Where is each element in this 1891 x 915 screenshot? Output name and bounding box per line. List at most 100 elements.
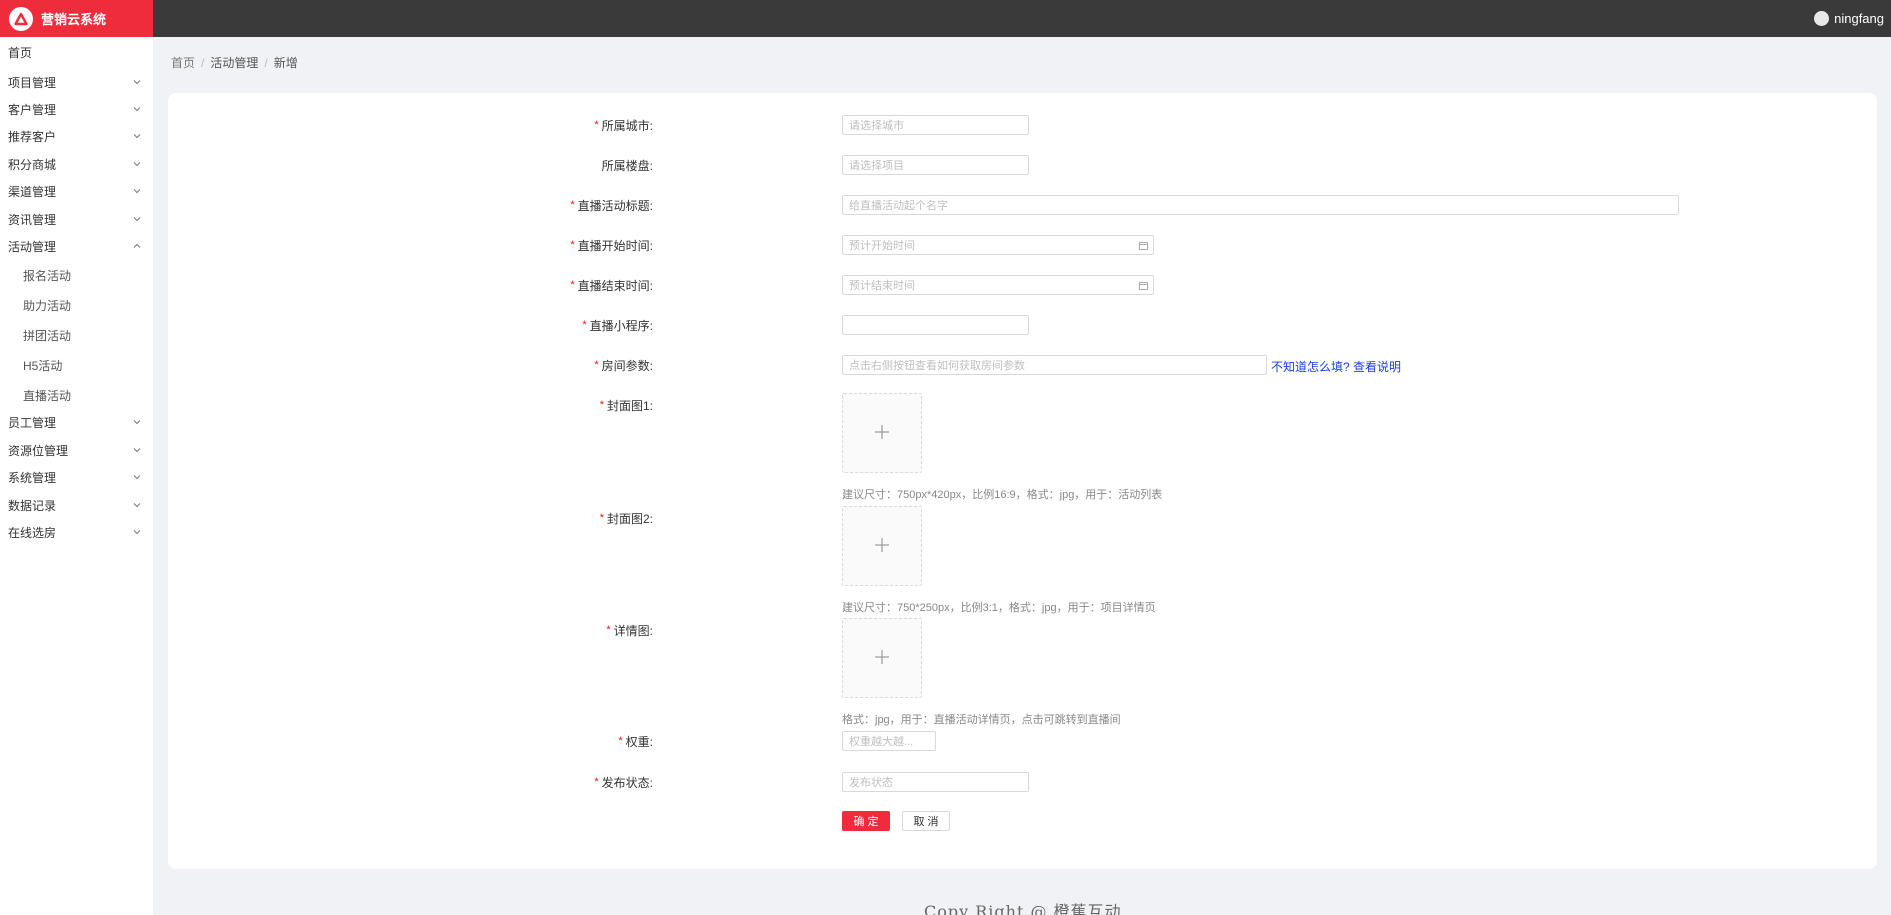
sidebar-item-label: 资讯管理 (8, 212, 57, 227)
sidebar-subitem-signup-activity[interactable]: 报名活动 (0, 263, 153, 287)
sidebar: 首页 项目管理 客户管理 推荐客户 积分商城 渠道管理 资讯管理 活动管理 报名… (0, 37, 153, 915)
sidebar-item-system[interactable]: 系统管理 (0, 465, 153, 489)
room-params-label: * 房间参数: (594, 355, 653, 375)
required-mark: * (570, 279, 575, 291)
chevron-down-icon (133, 124, 141, 148)
sidebar-item-projects[interactable]: 项目管理 (0, 70, 153, 94)
cover1-hint: 建议尺寸：750px*420px，比例16:9，格式：jpg，用于：活动列表 (842, 489, 1163, 501)
required-mark: * (599, 512, 604, 524)
sidebar-item-channels[interactable]: 渠道管理 (0, 179, 153, 203)
sidebar-item-referrals[interactable]: 推荐客户 (0, 124, 153, 148)
required-mark: * (570, 239, 575, 251)
sidebar-item-label: 在线选房 (8, 525, 57, 540)
weight-label-text: 权重: (625, 734, 653, 749)
cancel-button[interactable]: 取 消 (902, 811, 950, 831)
sidebar-subitem-h5-activity[interactable]: H5活动 (0, 353, 153, 377)
sidebar-item-label: 客户管理 (8, 102, 57, 117)
mini-program-label: * 直播小程序: (582, 315, 653, 335)
required-mark: * (594, 359, 599, 371)
sidebar-item-label: 系统管理 (8, 470, 57, 485)
sidebar-item-resource-slots[interactable]: 资源位管理 (0, 438, 153, 462)
sidebar-item-label: 数据记录 (8, 498, 57, 513)
confirm-button[interactable]: 确 定 (842, 811, 890, 831)
sidebar-item-label: 推荐客户 (8, 129, 57, 144)
breadcrumb: 首页 / 活动管理 / 新增 (171, 54, 298, 71)
cover2-upload[interactable] (842, 506, 922, 586)
sidebar-item-home[interactable]: 首页 (0, 40, 153, 64)
chevron-down-icon (133, 465, 141, 489)
required-mark: * (570, 199, 575, 211)
triangle-logo-icon (9, 6, 33, 31)
mini-program-select[interactable] (842, 315, 1029, 335)
detail-label: * 详情图: (606, 620, 653, 640)
status-label: * 发布状态: (594, 772, 653, 792)
room-params-input[interactable]: 点击右侧按钮查看如何获取房间参数 (842, 355, 1267, 375)
end-time-label-text: 直播结束时间: (577, 278, 653, 293)
room-params-label-text: 房间参数: (601, 358, 653, 373)
city-label-text: 所属城市: (601, 118, 653, 133)
detail-hint: 格式：jpg，用于：直播活动详情页，点击可跳转到直播间 (842, 714, 1121, 726)
building-placeholder: 请选择项目 (849, 160, 904, 172)
required-mark: * (594, 119, 599, 131)
sidebar-item-data-records[interactable]: 数据记录 (0, 493, 153, 517)
start-time-picker[interactable]: 预计开始时间 (842, 235, 1154, 255)
breadcrumb-home[interactable]: 首页 (171, 54, 195, 71)
sidebar-item-staff[interactable]: 员工管理 (0, 410, 153, 434)
building-select[interactable]: 请选择项目 (842, 155, 1029, 175)
room-params-placeholder: 点击右侧按钮查看如何获取房间参数 (849, 360, 1025, 372)
cover1-label-text: 封面图1: (606, 398, 653, 413)
plus-icon (874, 424, 890, 443)
chevron-down-icon (133, 179, 141, 203)
status-select[interactable]: 发布状态 (842, 772, 1029, 792)
form-card: * 所属城市: 请选择城市 所属楼盘: 请选择项目 * 直播活动标题: 给直播活动起… (168, 93, 1877, 869)
footer-copyright: Copy Right @ 橙蕉互动 (924, 902, 1122, 915)
start-time-label: * 直播开始时间: (570, 235, 653, 255)
end-time-picker[interactable]: 预计结束时间 (842, 275, 1154, 295)
sidebar-item-online-room-selection[interactable]: 在线选房 (0, 520, 153, 544)
end-time-placeholder: 预计结束时间 (849, 280, 915, 292)
sidebar-subitem-live-activity[interactable]: 直播活动 (0, 383, 153, 407)
cover1-upload[interactable] (842, 393, 922, 473)
cover1-label: * 封面图1: (600, 395, 653, 415)
status-label-text: 发布状态: (601, 775, 653, 790)
sidebar-item-customers[interactable]: 客户管理 (0, 97, 153, 121)
required-mark: * (582, 319, 587, 331)
breadcrumb-section[interactable]: 活动管理 (210, 54, 258, 71)
sidebar-subitem-label: 拼团活动 (23, 328, 72, 343)
sidebar-subitem-label: 报名活动 (23, 268, 72, 283)
sidebar-item-points-mall[interactable]: 积分商城 (0, 152, 153, 176)
cover2-label: * 封面图2: (600, 508, 653, 528)
sidebar-item-label: 渠道管理 (8, 184, 57, 199)
detail-upload[interactable] (842, 618, 922, 698)
city-label: * 所属城市: (594, 115, 653, 135)
room-params-help-link[interactable]: 不知道怎么填? 查看说明 (1271, 358, 1401, 375)
city-placeholder: 请选择城市 (849, 120, 904, 132)
weight-input[interactable]: 权重越大越... (842, 731, 936, 751)
calendar-icon (1139, 236, 1148, 254)
sidebar-subitem-label: 直播活动 (23, 388, 72, 403)
mini-program-label-text: 直播小程序: (589, 318, 653, 333)
start-time-label-text: 直播开始时间: (577, 238, 653, 253)
chevron-up-icon (133, 234, 141, 258)
top-bar: 营销云系统 ningfang (0, 0, 1891, 37)
sidebar-subitem-label: H5活动 (23, 358, 63, 373)
chevron-down-icon (133, 70, 141, 94)
app-logo[interactable]: 营销云系统 (0, 0, 153, 37)
chevron-down-icon (133, 410, 141, 434)
plus-icon (874, 649, 890, 668)
required-mark: * (599, 399, 604, 411)
sidebar-subitem-group-buy-activity[interactable]: 拼团活动 (0, 323, 153, 347)
title-input[interactable]: 给直播活动起个名字 (842, 195, 1679, 215)
cover2-hint: 建议尺寸：750*250px，比例3:1，格式：jpg，用于：项目详情页 (842, 602, 1156, 614)
calendar-icon (1139, 276, 1148, 294)
required-mark: * (618, 735, 623, 747)
sidebar-subitem-boost-activity[interactable]: 助力活动 (0, 293, 153, 317)
sidebar-item-news[interactable]: 资讯管理 (0, 207, 153, 231)
user-menu[interactable]: ningfang (1814, 0, 1884, 37)
required-mark: * (594, 776, 599, 788)
breadcrumb-separator: / (201, 55, 205, 70)
title-placeholder: 给直播活动起个名字 (849, 200, 948, 212)
sidebar-item-activities[interactable]: 活动管理 (0, 234, 153, 258)
city-select[interactable]: 请选择城市 (842, 115, 1029, 135)
breadcrumb-separator: / (264, 55, 268, 70)
